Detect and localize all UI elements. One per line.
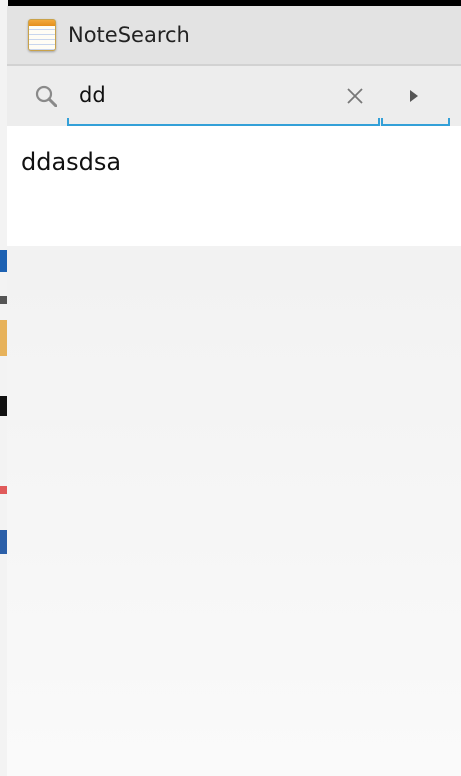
list-item[interactable]: ddasdsa (7, 126, 461, 206)
triangle-right-icon[interactable] (407, 86, 421, 106)
app-title: NoteSearch (68, 23, 190, 47)
search-input[interactable] (79, 80, 329, 110)
note-search-dialog: NoteSearch ddasdsa (7, 6, 461, 776)
search-bar (7, 66, 461, 126)
search-icon (35, 85, 57, 107)
results-list: ddasdsa (7, 126, 461, 246)
title-bar: NoteSearch (7, 6, 461, 66)
search-field[interactable] (67, 66, 380, 126)
screen: NoteSearch ddasdsa (0, 0, 461, 776)
notepad-icon (28, 19, 56, 51)
close-icon[interactable] (344, 85, 366, 107)
